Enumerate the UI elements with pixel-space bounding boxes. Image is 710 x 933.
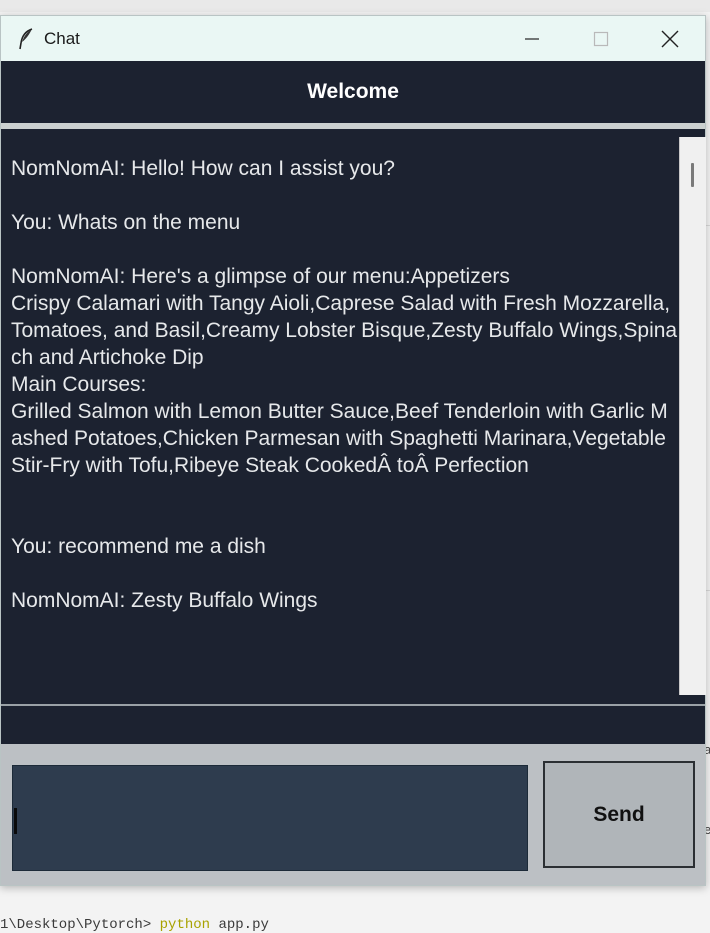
terminal-command-line: 1\Desktop\Pytorch> python app.py [0, 918, 710, 933]
desktop-background [0, 0, 710, 12]
minimize-button[interactable] [498, 16, 566, 61]
chat-history[interactable]: NomNomAI: Hello! How can I assist you? Y… [3, 129, 679, 705]
terminal-command: python [159, 918, 211, 933]
maximize-icon [593, 31, 609, 46]
title-bar[interactable]: Chat [1, 16, 705, 61]
maximize-button[interactable] [567, 16, 635, 61]
page-title: Welcome [307, 80, 399, 103]
input-panel: Send [1, 744, 705, 885]
close-icon [661, 30, 679, 47]
feather-icon [15, 27, 37, 50]
terminal-prompt: 1\Desktop\Pytorch> [0, 918, 160, 933]
scrollbar-thumb[interactable] [691, 163, 694, 187]
chat-transcript: NomNomAI: Hello! How can I assist you? Y… [11, 157, 678, 612]
close-button[interactable] [636, 16, 704, 61]
minimize-icon [525, 37, 539, 40]
chat-window: Chat Welcome NomNomAI: Hello! How can I … [0, 15, 706, 886]
header-bar: Welcome [1, 61, 705, 123]
text-cursor [14, 808, 17, 834]
window-title: Chat [44, 28, 80, 48]
message-input[interactable] [12, 765, 528, 871]
send-button[interactable]: Send [543, 761, 695, 868]
terminal-args: app.py [210, 918, 269, 933]
chat-scrollbar[interactable] [679, 137, 706, 695]
chat-footer [1, 706, 705, 744]
